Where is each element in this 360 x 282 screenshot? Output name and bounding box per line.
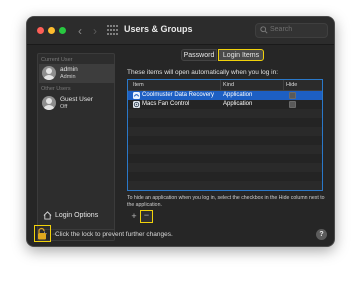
item-name: Macs Fan Control — [142, 101, 190, 107]
search-field[interactable]: Search — [255, 23, 328, 38]
table-row[interactable]: Coolmuster Data Recovery Application — [128, 91, 322, 100]
house-icon — [43, 211, 52, 220]
other-users-header: Other Users — [41, 86, 71, 92]
avatar — [42, 96, 56, 110]
forward-icon[interactable]: › — [88, 23, 102, 39]
remove-login-item-button[interactable]: − — [140, 210, 153, 223]
back-icon[interactable]: ‹ — [73, 23, 87, 39]
macs-fan-control-app-icon — [133, 101, 140, 108]
column-header-kind[interactable]: Kind — [223, 82, 234, 88]
login-options-item[interactable]: Login Options — [39, 209, 115, 223]
window-title: Users & Groups — [124, 24, 193, 34]
coolmuster-app-icon — [133, 92, 140, 99]
column-header-hide[interactable]: Hide — [286, 82, 297, 88]
table-row[interactable]: Macs Fan Control Application — [128, 100, 322, 109]
hide-checkbox[interactable] — [289, 101, 296, 108]
show-all-grid-icon[interactable] — [107, 25, 118, 36]
lock-button[interactable] — [34, 225, 51, 242]
title-bar: ‹ › Users & Groups Search — [27, 17, 334, 45]
zoom-button[interactable] — [59, 27, 66, 34]
close-button[interactable] — [37, 27, 44, 34]
column-header-item[interactable]: Item — [133, 82, 144, 88]
avatar — [42, 66, 56, 80]
user-status: Off — [60, 104, 68, 110]
user-item-guest[interactable]: Guest User Off — [39, 94, 115, 113]
add-login-item-button[interactable]: + — [128, 212, 140, 222]
current-user-header: Current User — [41, 57, 73, 63]
minimize-button[interactable] — [48, 27, 55, 34]
item-name: Coolmuster Data Recovery — [142, 92, 215, 98]
user-name: admin — [60, 66, 78, 73]
users-groups-window: ‹ › Users & Groups Search Current User a… — [26, 16, 335, 247]
login-options-label: Login Options — [55, 212, 99, 219]
tab-login-items[interactable]: Login Items — [218, 49, 264, 61]
help-button[interactable]: ? — [316, 229, 327, 240]
hide-hint-text: To hide an application when you log in, … — [127, 195, 325, 208]
hide-checkbox[interactable] — [289, 92, 296, 99]
search-placeholder: Search — [270, 26, 293, 33]
table-header: Item Kind Hide — [128, 80, 322, 91]
login-items-description: These items will open automatically when… — [127, 69, 279, 76]
search-icon — [260, 26, 268, 34]
login-items-table[interactable]: Item Kind Hide Coolmuster Data Recovery … — [127, 79, 323, 191]
item-kind: Application — [223, 92, 253, 98]
users-sidebar: Current User admin Admin Other Users Gue… — [37, 53, 115, 241]
user-name: Guest User — [60, 96, 93, 103]
user-item-admin[interactable]: admin Admin — [39, 64, 115, 83]
lock-message: Click the lock to prevent further change… — [55, 231, 173, 238]
item-kind: Application — [223, 101, 253, 107]
tab-password[interactable]: Password — [181, 49, 217, 61]
user-role: Admin — [60, 74, 76, 80]
lock-open-icon — [37, 227, 46, 239]
